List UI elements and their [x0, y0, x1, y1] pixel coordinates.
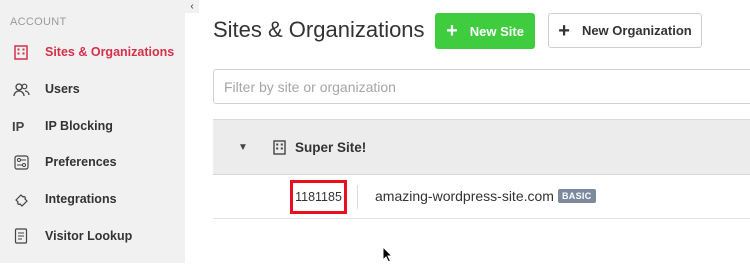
visitor-lookup-icon [12, 227, 30, 245]
sidebar-item-label: IP Blocking [45, 119, 113, 133]
sidebar-item-users[interactable]: Users [0, 74, 185, 104]
svg-text:IP: IP [12, 119, 25, 133]
plan-badge: BASIC [558, 189, 596, 203]
users-icon [12, 80, 30, 98]
plus-icon: + [446, 20, 458, 42]
chevron-left-icon: ‹ [190, 1, 194, 12]
site-row[interactable]: 1181185 amazing-wordpress-site.com BASIC [213, 175, 750, 219]
sidebar-item-integrations[interactable]: Integrations [0, 184, 185, 214]
ip-icon: IP [12, 117, 30, 135]
caret-down-icon[interactable]: ▼ [238, 142, 248, 153]
site-group-header[interactable]: ▼ Super Site! [213, 119, 750, 175]
sidebar-item-label: Sites & Organizations [45, 45, 175, 59]
mouse-cursor-icon [382, 245, 394, 268]
filter-input[interactable] [214, 70, 750, 103]
sidebar-section-header: ACCOUNT [10, 16, 67, 28]
building-icon [12, 43, 30, 61]
sidebar-item-label: Preferences [45, 155, 117, 169]
sidebar-item-preferences[interactable]: Preferences [0, 147, 185, 177]
sidebar: ACCOUNT Sites & Organizations Users IP I… [0, 0, 185, 263]
plus-icon: + [558, 19, 570, 42]
sidebar-item-label: Users [45, 82, 80, 96]
filter-field[interactable] [213, 69, 750, 104]
sidebar-item-ip-blocking[interactable]: IP IP Blocking [0, 111, 185, 141]
puzzle-icon [12, 190, 30, 208]
group-name: Super Site! [295, 139, 367, 155]
sidebar-item-label: Integrations [45, 192, 117, 206]
sidebar-item-label: Visitor Lookup [45, 229, 133, 243]
preferences-icon [12, 153, 30, 171]
divider [357, 185, 358, 209]
new-site-label: New Site [469, 23, 524, 39]
site-id: 1181185 [290, 180, 347, 214]
page-title: Sites & Organizations [213, 17, 425, 42]
new-organization-button[interactable]: + New Organization [548, 13, 702, 48]
building-icon [272, 139, 288, 155]
sidebar-item-sites-organizations[interactable]: Sites & Organizations [0, 37, 185, 67]
sidebar-collapse-button[interactable]: ‹ [185, 0, 199, 13]
site-domain-link[interactable]: amazing-wordpress-site.com [375, 188, 554, 204]
new-organization-label: New Organization [581, 23, 692, 38]
new-site-button[interactable]: + New Site [435, 13, 535, 49]
sidebar-item-visitor-lookup[interactable]: Visitor Lookup [0, 221, 185, 251]
